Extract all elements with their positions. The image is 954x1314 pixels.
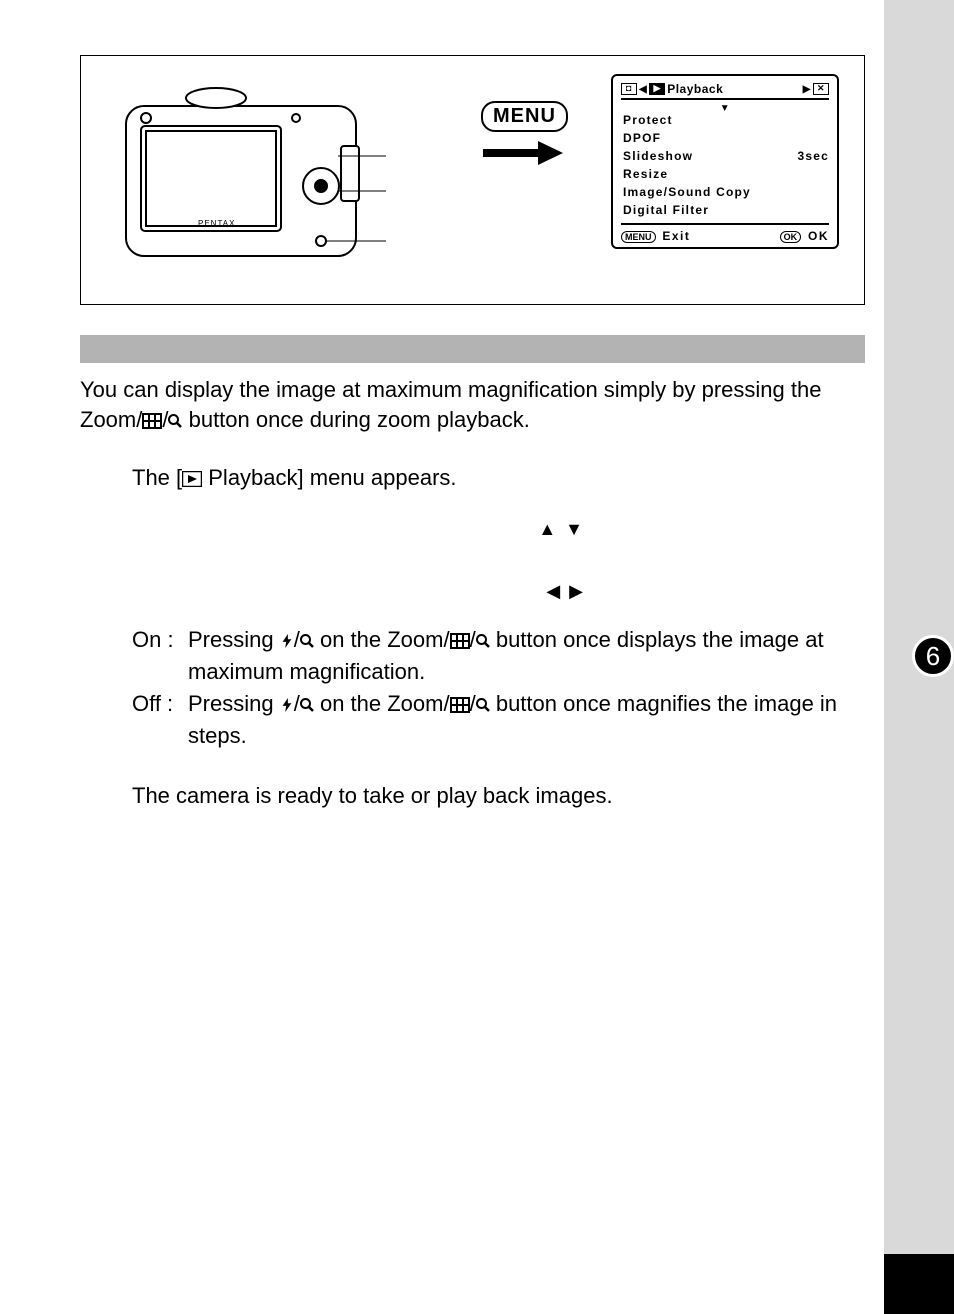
step-1-body: The [ Playback] menu appears. xyxy=(132,462,865,494)
thumbnail-icon xyxy=(142,413,162,429)
thumbnail-icon xyxy=(450,633,470,649)
lcd-footer: MENU Exit OK OK xyxy=(621,223,829,243)
footer-black-bar xyxy=(884,1254,954,1314)
steps-list: The [ Playback] menu appears. ▲ ▼ ◀ ▶ On… xyxy=(80,462,865,811)
step-2-arrows: ▲ ▼ xyxy=(80,512,865,544)
setup-tab-icon: ✕ xyxy=(813,83,829,95)
on-label: On : xyxy=(132,624,188,688)
off-label: Off : xyxy=(132,688,188,752)
step-3-arrows: ◀ ▶ xyxy=(80,574,865,606)
magnify-icon xyxy=(300,634,314,648)
magnify-icon xyxy=(168,414,182,428)
magnify-icon xyxy=(476,634,490,648)
chapter-badge: 6 xyxy=(912,635,954,677)
svg-text:PENTAX: PENTAX xyxy=(198,219,235,228)
menu-pill-icon: MENU xyxy=(621,231,656,243)
playback-tab-label: Playback xyxy=(667,82,723,96)
magnify-icon xyxy=(476,698,490,712)
lcd-menu-items: Protect DPOF Slideshow3sec Resize Image/… xyxy=(621,111,829,219)
ok-pill-icon: OK xyxy=(780,231,802,243)
on-description: Pressing / on the Zoom// button once dis… xyxy=(188,624,865,688)
right-arrow-icon: ▶ xyxy=(803,84,811,95)
playback-tab-icon: ▶ xyxy=(649,83,665,95)
intro-paragraph: You can display the image at maximum mag… xyxy=(80,375,865,434)
camera-illustration: PENTAX xyxy=(106,76,386,276)
menu-button-label: MENU xyxy=(481,101,568,132)
exit-label: Exit xyxy=(662,229,690,243)
on-off-block: On : Pressing / on the Zoom// button onc… xyxy=(132,624,865,752)
off-description: Pressing / on the Zoom// button once mag… xyxy=(188,688,865,752)
lcd-item: Slideshow3sec xyxy=(623,147,829,165)
lcd-tabs: ◘ ◀ ▶ Playback ▶ ✕ xyxy=(621,82,829,100)
playback-icon xyxy=(182,471,202,487)
step-4-body: The camera is ready to take or play back… xyxy=(132,780,865,812)
lcd-item: DPOF xyxy=(623,129,829,147)
chapter-number: 6 xyxy=(926,641,940,672)
ok-label: OK xyxy=(808,229,829,243)
main-content: PENTAX MENU ◘ ◀ ▶ Playback ▶ ✕ xyxy=(80,55,865,830)
lcd-item: Digital Filter xyxy=(623,201,829,219)
lcd-item: Resize xyxy=(623,165,829,183)
thumbnail-icon xyxy=(450,697,470,713)
camera-tab-icon: ◘ xyxy=(621,83,637,95)
left-right-arrows-icon: ◀ ▶ xyxy=(546,581,585,601)
lcd-item: Image/Sound Copy xyxy=(623,183,829,201)
up-down-arrows-icon: ▲ ▼ xyxy=(538,519,585,539)
section-heading-strip xyxy=(80,335,865,363)
magnify-icon xyxy=(300,698,314,712)
arrow-icon xyxy=(483,141,563,165)
top-figure: PENTAX MENU ◘ ◀ ▶ Playback ▶ ✕ xyxy=(80,55,865,305)
flash-icon xyxy=(280,634,294,648)
lcd-menu-screen: ◘ ◀ ▶ Playback ▶ ✕ ▼ Protect DPOF Slides… xyxy=(611,74,839,249)
left-arrow-icon: ◀ xyxy=(639,84,647,95)
flash-icon xyxy=(280,698,294,712)
